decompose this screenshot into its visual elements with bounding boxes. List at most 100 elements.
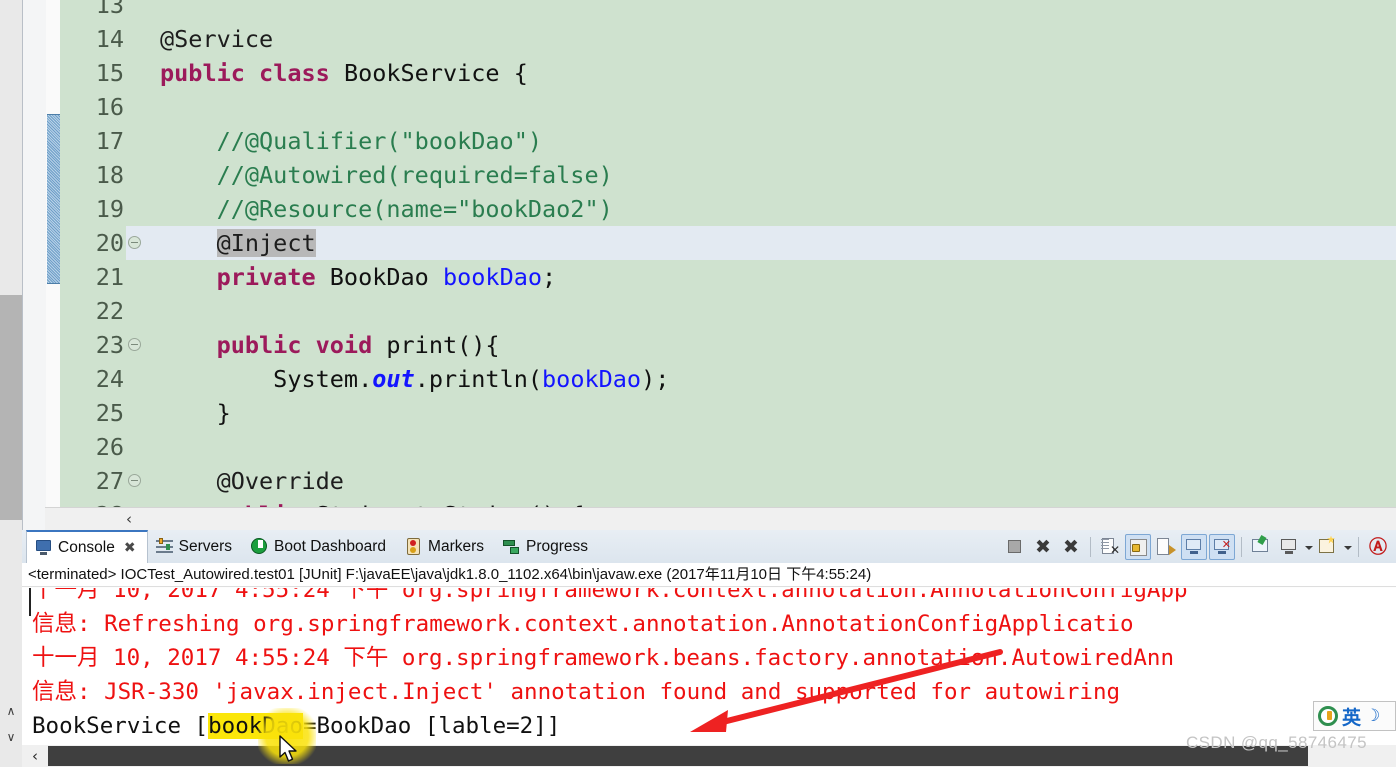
remove-launch-button[interactable]: ✖ (1030, 534, 1056, 560)
console-scroll-left-arrow[interactable]: ‹ (26, 747, 44, 765)
show-console-stderr-button[interactable]: ✕ (1209, 533, 1235, 560)
launch-configuration-info: <terminated> IOCTest_Autowired.test01 [J… (22, 563, 1396, 587)
line-number: 17 (60, 124, 126, 158)
line-number: 21 (60, 260, 126, 294)
line-number: 19 (60, 192, 126, 226)
progress-icon (503, 538, 520, 555)
remove-all-launches-button[interactable]: ✖ (1058, 534, 1084, 560)
terminate-button[interactable] (1002, 534, 1028, 560)
code-line-text: @Service (160, 22, 273, 56)
code-line[interactable]: 24 System.out.println(bookDao); (60, 362, 1396, 396)
code-line-text: //@Qualifier("bookDao") (160, 124, 542, 158)
markers-icon (405, 538, 422, 555)
tab-label: Console (58, 538, 115, 556)
fold-collapse-icon[interactable] (128, 236, 141, 249)
code-line-text: System.out.println(bookDao); (160, 362, 669, 396)
close-icon[interactable]: ✖ (124, 540, 136, 556)
code-line[interactable]: 26 (60, 430, 1396, 464)
code-line[interactable]: 20 @Inject (60, 226, 1396, 260)
code-token: out (372, 365, 415, 393)
console-rail-down-arrow[interactable]: ∨ (4, 730, 18, 744)
ime-mode-label[interactable]: 英 (1342, 703, 1361, 730)
code-line[interactable]: 15 public class BookService { (60, 56, 1396, 90)
fold-collapse-icon[interactable] (128, 474, 141, 487)
editor-change-ruler[interactable] (46, 0, 60, 530)
tab-label: Boot Dashboard (274, 537, 387, 555)
code-token: BookService { (329, 59, 528, 87)
servers-icon (155, 538, 173, 555)
code-line-text: @Override (160, 464, 344, 498)
clear-x-badge-icon: ✕ (1109, 542, 1120, 557)
code-token: //@Autowired(required=false) (160, 161, 613, 189)
line-number: 18 (60, 158, 126, 192)
console-scroll-thumb[interactable] (48, 746, 1308, 766)
code-editor-pane: 13 14 @Service 15 public class BookService {… (0, 0, 1396, 530)
tab-markers[interactable]: Markers (397, 530, 495, 563)
code-line[interactable]: 25 } (60, 396, 1396, 430)
console-text-caret (29, 588, 31, 616)
line-number: 15 (60, 56, 126, 90)
code-text-area[interactable]: 13 14 @Service 15 public class BookService {… (60, 0, 1396, 530)
code-line[interactable]: 18 //@Autowired(required=false) (60, 158, 1396, 192)
code-token: bookDao (442, 263, 543, 291)
remove-all-x-icon: ✖ (1063, 535, 1079, 558)
boot-dashboard-icon (251, 538, 268, 555)
toolbar-separator (1090, 536, 1091, 557)
word-wrap-button[interactable] (1153, 534, 1179, 560)
fold-collapse-icon[interactable] (128, 338, 141, 351)
code-line[interactable]: 21 private BookDao bookDao; (60, 260, 1396, 294)
chevron-down-icon[interactable] (1303, 534, 1314, 560)
tab-boot-dashboard[interactable]: Boot Dashboard (243, 530, 397, 563)
display-selected-console-button[interactable] (1276, 534, 1302, 560)
code-line-text: } (160, 396, 231, 430)
code-token: public (216, 331, 302, 359)
console-output-line: 十一月 10, 2017 4:55:24 下午 org.springframew… (32, 645, 1175, 671)
show-console-stdout-button[interactable] (1181, 533, 1207, 560)
tab-progress[interactable]: Progress (495, 530, 599, 563)
editor-scroll-left-arrow[interactable]: ‹ (119, 510, 139, 528)
workbench-left-rail-shade (0, 295, 22, 520)
code-line-text: //@Autowired(required=false) (160, 158, 613, 192)
tab-label: Servers (178, 537, 233, 555)
line-number: 23 (60, 328, 126, 362)
console-rail-up-arrow[interactable]: ∧ (4, 704, 18, 718)
code-token: public (160, 59, 245, 87)
chevron-down-icon[interactable] (1342, 534, 1353, 560)
code-line[interactable]: 27 @Override (60, 464, 1396, 498)
ime-language-bar[interactable]: 英 ☽ (1313, 701, 1396, 731)
console-left-rail: ∧ ∨ (0, 530, 23, 767)
editor-horizontal-scrollbar[interactable]: ‹ (45, 507, 1396, 530)
tab-console[interactable]: Console ✖ (26, 530, 148, 563)
console-horizontal-scrollbar[interactable]: ‹ (22, 745, 1396, 767)
code-line[interactable]: 22 (60, 294, 1396, 328)
console-output-line: 信息: JSR-330 'javax.inject.Inject' annota… (32, 679, 1121, 705)
code-line[interactable]: 16 (60, 90, 1396, 124)
stderr-x-badge-icon: ✕ (1221, 537, 1231, 551)
code-line[interactable]: 17 //@Qualifier("bookDao") (60, 124, 1396, 158)
code-line[interactable]: 23 public void print(){ (60, 328, 1396, 362)
ime-moon-icon[interactable]: ☽ (1365, 706, 1380, 726)
console-tab-list: Console ✖ Servers Boot Dashboard Markers Prog… (26, 530, 599, 563)
code-line[interactable]: 13 (60, 0, 1396, 22)
code-token: System. (160, 365, 373, 393)
console-output-area[interactable]: 十一月 10, 2017 4:55:24 下午 org.springframew… (22, 588, 1396, 767)
pin-console-button[interactable] (1248, 534, 1274, 560)
code-token: } (160, 399, 231, 427)
console-output-line: 十一月 10, 2017 4:55:24 下午 org.springframew… (32, 588, 1188, 603)
editor-change-marker (47, 114, 60, 284)
scroll-lock-button[interactable] (1125, 533, 1151, 560)
code-token: @Service (160, 25, 274, 53)
code-token: bookDao (542, 365, 642, 393)
clear-console-button[interactable]: ✕ (1097, 534, 1123, 560)
tab-servers[interactable]: Servers (148, 530, 243, 563)
code-token: class (259, 59, 330, 87)
code-line[interactable]: 19 //@Resource(name="bookDao2") (60, 192, 1396, 226)
code-line[interactable]: 14 @Service (60, 22, 1396, 56)
open-console-button[interactable] (1315, 534, 1341, 560)
view-menu-button[interactable]: Ⓐ (1365, 534, 1391, 560)
